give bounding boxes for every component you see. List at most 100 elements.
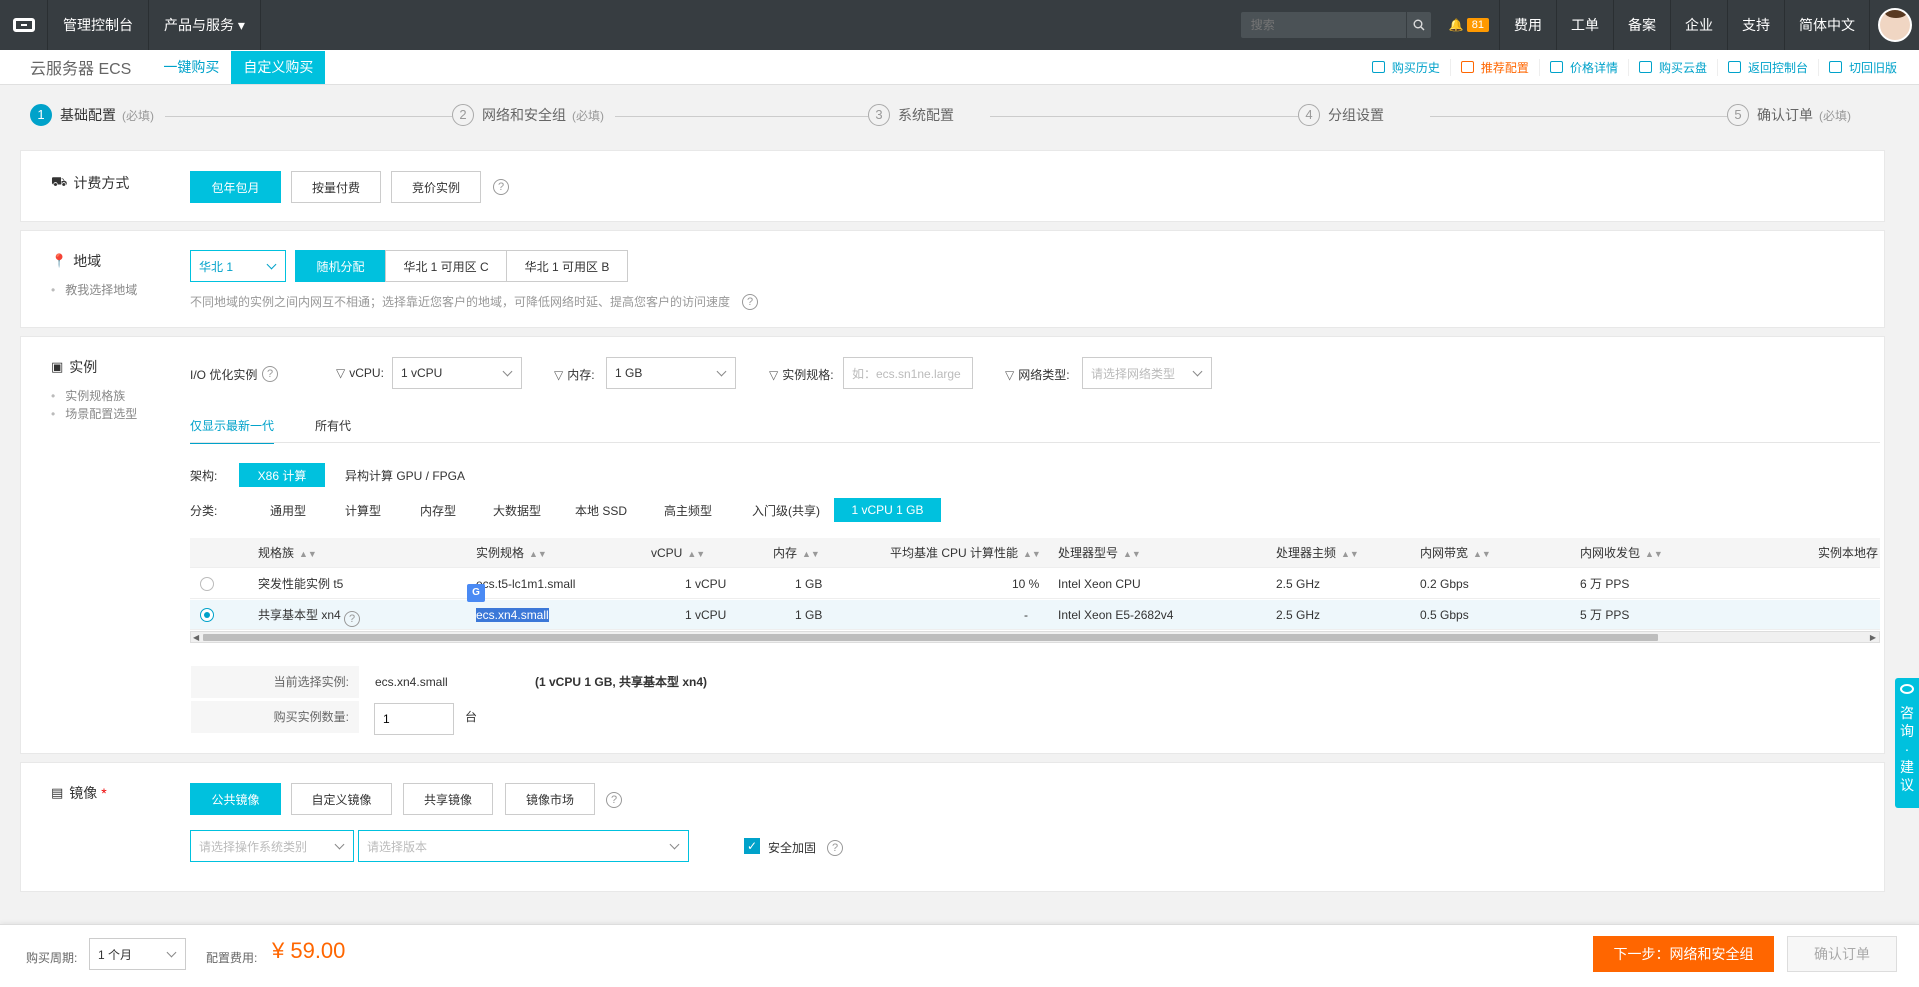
region-select[interactable]: 华北 1: [190, 250, 286, 282]
fee-label: 配置费用:: [206, 951, 258, 965]
col-bandwidth[interactable]: 内网带宽 ▲▼: [1420, 538, 1491, 569]
console-link[interactable]: 管理控制台: [48, 0, 149, 50]
filter-icon: ▽: [336, 366, 346, 380]
bell-icon: 🔔: [1448, 18, 1464, 32]
nav-ticket[interactable]: 工单: [1556, 0, 1613, 50]
custom-image-button[interactable]: 自定义镜像: [291, 783, 392, 815]
memory-select[interactable]: 1 GB: [606, 357, 736, 389]
category-high-freq[interactable]: 高主频型: [653, 498, 723, 522]
user-avatar[interactable]: [1869, 0, 1919, 50]
col-pps[interactable]: 内网收发包 ▲▼: [1580, 538, 1663, 569]
billing-annual-button[interactable]: 包年包月: [190, 171, 281, 203]
price-detail-link[interactable]: 价格详情: [1538, 58, 1628, 76]
row-radio[interactable]: [200, 608, 214, 622]
instance-family-link[interactable]: 实例规格族: [51, 387, 137, 405]
category-memory[interactable]: 内存型: [408, 498, 468, 522]
nav-beian[interactable]: 备案: [1613, 0, 1670, 50]
current-instance-desc: (1 vCPU 1 GB, 共享基本型 xn4): [535, 675, 708, 689]
tab-all-gen[interactable]: 所有代: [315, 417, 351, 442]
col-family[interactable]: 规格族 ▲▼: [258, 538, 317, 569]
notification-button[interactable]: 🔔 81: [1439, 18, 1499, 32]
tab-custom-buy[interactable]: 自定义购买: [231, 50, 326, 84]
tab-quick-buy[interactable]: 一键购买: [151, 51, 231, 84]
help-icon[interactable]: ?: [344, 611, 361, 627]
nav-language[interactable]: 简体中文: [1784, 0, 1869, 50]
search-input[interactable]: [1240, 12, 1406, 38]
zone-c-button[interactable]: 华北 1 可用区 C: [385, 250, 507, 282]
top-navbar: 管理控制台 产品与服务 ▾ 🔔 81 费用 工单 备案 企业 支持 简体中文: [0, 0, 1919, 50]
sort-icon: ▲▼: [1123, 549, 1141, 559]
billing-payg-button[interactable]: 按量付费: [291, 171, 381, 203]
sort-icon: ▲▼: [687, 549, 706, 559]
purchase-history-link[interactable]: 购买历史: [1362, 59, 1450, 76]
step-system[interactable]: 3 系统配置: [868, 104, 962, 126]
category-general[interactable]: 通用型: [258, 498, 318, 522]
col-vcpu[interactable]: vCPU ▲▼: [651, 538, 705, 569]
help-icon[interactable]: ?: [262, 366, 278, 382]
category-compute[interactable]: 计算型: [333, 498, 393, 522]
sort-icon: ▲▼: [299, 549, 317, 559]
quantity-input[interactable]: [374, 703, 454, 735]
network-type-select[interactable]: 请选择网络类型: [1082, 357, 1212, 389]
zone-random-button[interactable]: 随机分配: [295, 250, 386, 282]
translate-icon[interactable]: G: [467, 584, 485, 602]
scenario-select-link[interactable]: 场景配置选型: [51, 405, 137, 423]
nav-support[interactable]: 支持: [1727, 0, 1784, 50]
chat-icon: [1900, 684, 1914, 694]
spec-input[interactable]: 如：ecs.sn1ne.large: [843, 357, 973, 389]
category-local-ssd[interactable]: 本地 SSD: [566, 498, 636, 522]
category-bigdata[interactable]: 大数据型: [482, 498, 552, 522]
os-version-select[interactable]: 请选择版本: [358, 830, 689, 862]
security-hardening-checkbox[interactable]: ✓: [744, 838, 760, 854]
back-console-link[interactable]: 返回控制台: [1716, 58, 1818, 76]
products-menu[interactable]: 产品与服务 ▾: [149, 0, 261, 50]
vcpu-select[interactable]: 1 vCPU: [392, 357, 522, 389]
help-icon[interactable]: ?: [493, 179, 509, 195]
step-group[interactable]: 4 分组设置: [1298, 104, 1392, 126]
recommend-config-link[interactable]: 推荐配置: [1449, 58, 1539, 76]
disk-icon: [1638, 61, 1652, 73]
shared-image-button[interactable]: 共享镜像: [403, 783, 493, 815]
step-confirm[interactable]: 5 确认订单 (必填): [1727, 104, 1859, 126]
region-guide-link[interactable]: 教我选择地域: [51, 281, 137, 299]
col-spec[interactable]: 实例规格 ▲▼: [476, 538, 547, 569]
sort-icon: ▲▼: [1023, 549, 1041, 559]
old-version-link[interactable]: 切回旧版: [1817, 58, 1907, 76]
col-frequency[interactable]: 处理器主频 ▲▼: [1276, 538, 1359, 569]
help-icon[interactable]: ?: [827, 840, 843, 856]
zone-b-button[interactable]: 华北 1 可用区 B: [506, 250, 628, 282]
sort-icon: ▲▼: [1341, 549, 1359, 559]
category-entry-shared[interactable]: 入门级(共享): [741, 498, 831, 522]
os-type-select[interactable]: 请选择操作系统类别: [190, 830, 354, 862]
buy-disk-link[interactable]: 购买云盘: [1627, 58, 1717, 76]
table-row[interactable]: 突发性能实例 t5 ecs.t5-lc1m1.small 1 vCPU 1 GB…: [190, 569, 1880, 599]
period-select[interactable]: 1 个月: [89, 938, 186, 970]
search-icon[interactable]: [1405, 12, 1431, 38]
next-step-button[interactable]: 下一步：网络和安全组: [1593, 936, 1774, 972]
nav-enterprise[interactable]: 企业: [1670, 0, 1727, 50]
security-hardening-label: 安全加固: [768, 841, 817, 855]
tab-latest-gen[interactable]: 仅显示最新一代: [190, 417, 275, 444]
row-radio[interactable]: [200, 577, 214, 591]
public-image-button[interactable]: 公共镜像: [190, 783, 281, 815]
col-memory[interactable]: 内存 ▲▼: [773, 538, 820, 569]
billing-spot-button[interactable]: 竞价实例: [391, 171, 481, 203]
consult-suggest-widget[interactable]: 咨询 · 建议: [1895, 678, 1919, 808]
aliyun-logo-icon[interactable]: [0, 0, 48, 50]
help-icon[interactable]: ?: [742, 294, 758, 310]
product-title: 云服务器 ECS: [30, 61, 132, 78]
nav-fee[interactable]: 费用: [1499, 0, 1556, 50]
step-network[interactable]: 2 网络和安全组 (必填): [452, 104, 612, 126]
arch-x86-chip[interactable]: X86 计算: [239, 463, 325, 487]
confirm-order-button[interactable]: 确认订单: [1787, 936, 1897, 972]
table-row[interactable]: 共享基本型 xn4 ? ecs.xn4.small 1 vCPU 1 GB - …: [190, 600, 1880, 630]
arch-gpu-chip[interactable]: 异构计算 GPU / FPGA: [343, 463, 467, 487]
billing-title: ⛟ 计费方式: [51, 174, 130, 191]
col-cpu-perf[interactable]: 平均基准 CPU 计算性能 ▲▼: [890, 538, 1041, 569]
image-market-button[interactable]: 镜像市场: [505, 783, 595, 815]
col-local-storage[interactable]: 实例本地存: [1818, 538, 1878, 568]
table-horizontal-scrollbar[interactable]: ◀ ▶: [190, 631, 1880, 643]
col-processor[interactable]: 处理器型号 ▲▼: [1058, 538, 1141, 569]
help-icon[interactable]: ?: [606, 792, 622, 808]
category-1vcpu-1gb[interactable]: 1 vCPU 1 GB: [834, 498, 941, 522]
